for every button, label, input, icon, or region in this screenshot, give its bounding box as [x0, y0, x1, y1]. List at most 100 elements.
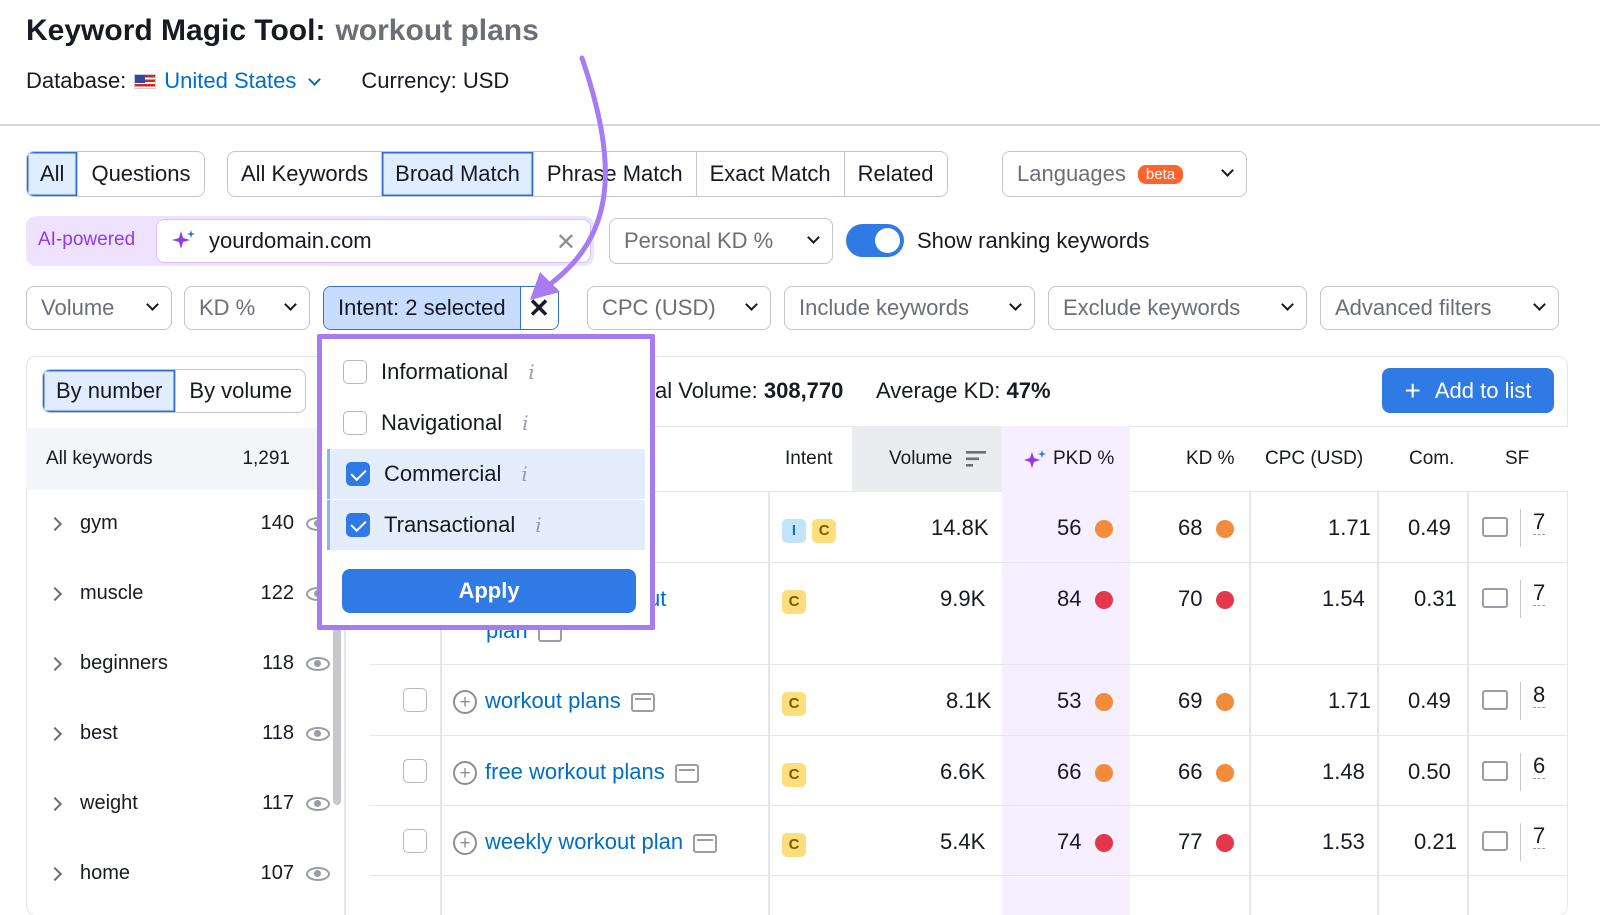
info-icon[interactable]: i: [528, 360, 534, 384]
sf-count[interactable]: 7: [1520, 580, 1546, 618]
personal-kd-dropdown[interactable]: Personal KD %: [609, 218, 833, 264]
intent-badge: C: [782, 589, 806, 614]
checkbox-checked[interactable]: [346, 462, 370, 486]
keyword-link[interactable]: + free workout plans: [453, 759, 699, 786]
intent-filter-label[interactable]: Intent: 2 selected: [324, 287, 520, 329]
header-pkd[interactable]: PKD %: [1053, 448, 1114, 470]
cpc-cell: 1.71: [1328, 515, 1371, 540]
question-tabs: All Questions: [26, 151, 205, 197]
add-keyword-icon[interactable]: +: [453, 690, 477, 715]
info-icon[interactable]: i: [521, 462, 527, 486]
tab-all-keywords[interactable]: All Keywords: [228, 152, 381, 196]
group-item[interactable]: weight 117: [47, 792, 330, 815]
checkbox[interactable]: [343, 360, 367, 384]
header-cpc[interactable]: CPC (USD): [1265, 448, 1363, 470]
eye-icon[interactable]: [306, 726, 330, 741]
tab-broad-match[interactable]: Broad Match: [381, 152, 533, 196]
info-icon[interactable]: i: [522, 411, 528, 435]
intent-option-commercial[interactable]: Commercial i: [327, 449, 645, 499]
group-item[interactable]: beginners 118: [47, 652, 330, 675]
advanced-filters[interactable]: Advanced filters: [1320, 286, 1559, 330]
page-title: Keyword Magic Tool: workout plans: [26, 14, 539, 47]
header-intent[interactable]: Intent: [785, 448, 833, 470]
sf-count[interactable]: 7: [1520, 823, 1546, 861]
volume-cell: 6.6K: [940, 759, 986, 784]
serp-features-icon[interactable]: [1482, 690, 1508, 710]
serp-features-icon[interactable]: [1482, 588, 1508, 608]
group-item[interactable]: home 107: [47, 862, 330, 885]
add-keyword-icon[interactable]: +: [453, 761, 477, 786]
show-ranking-toggle[interactable]: [846, 224, 904, 257]
volume-cell: 9.9K: [940, 586, 986, 611]
row-checkbox[interactable]: [403, 688, 427, 712]
serp-icon[interactable]: [630, 692, 655, 712]
row-checkbox[interactable]: [403, 829, 427, 853]
serp-features-icon[interactable]: [1482, 517, 1508, 537]
tab-questions[interactable]: Questions: [77, 152, 203, 196]
checkbox[interactable]: [343, 411, 367, 435]
eye-icon[interactable]: [306, 796, 330, 811]
sf-count[interactable]: 6: [1520, 753, 1546, 791]
kd-filter[interactable]: KD %: [184, 286, 310, 330]
kd-cell: 68: [1178, 515, 1235, 541]
eye-icon[interactable]: [306, 656, 330, 671]
all-keywords-row[interactable]: All keywords 1,291: [26, 428, 344, 490]
intent-option-transactional[interactable]: Transactional i: [327, 500, 645, 550]
sf-count[interactable]: 7: [1520, 509, 1546, 547]
header-com[interactable]: Com.: [1409, 448, 1454, 470]
intent-option-informational[interactable]: Informational i: [327, 347, 645, 397]
us-flag-icon: [134, 73, 157, 89]
volume-filter[interactable]: Volume: [26, 286, 172, 330]
header-volume[interactable]: Volume: [889, 448, 952, 470]
group-item[interactable]: best 118: [47, 722, 330, 745]
group-item[interactable]: muscle 122: [47, 582, 330, 605]
row-checkbox[interactable]: [403, 759, 427, 783]
difficulty-dot: [1216, 834, 1235, 853]
chevron-right-icon: [47, 866, 63, 881]
serp-features-icon[interactable]: [1482, 831, 1508, 851]
header-kd[interactable]: KD %: [1186, 448, 1235, 470]
pkd-cell: 84: [1057, 586, 1114, 612]
intent-option-navigational[interactable]: Navigational i: [327, 398, 645, 448]
chevron-down-icon: [284, 297, 297, 311]
apply-button[interactable]: Apply: [342, 569, 636, 613]
difficulty-dot: [1095, 520, 1114, 539]
include-keywords-filter[interactable]: Include keywords: [784, 286, 1035, 330]
cpc-cell: 1.54: [1322, 586, 1365, 611]
tab-all[interactable]: All: [27, 152, 78, 196]
sidebar-scrollbar[interactable]: [333, 600, 341, 805]
keyword-link[interactable]: + workout plans: [453, 688, 655, 715]
tab-related[interactable]: Related: [843, 152, 947, 196]
header-sf[interactable]: SF: [1505, 448, 1529, 470]
difficulty-dot: [1095, 834, 1114, 853]
difficulty-dot: [1095, 591, 1114, 610]
tab-exact-match[interactable]: Exact Match: [695, 152, 844, 196]
tab-by-volume[interactable]: By volume: [175, 370, 305, 412]
difficulty-dot: [1216, 520, 1235, 539]
exclude-keywords-filter[interactable]: Exclude keywords: [1048, 286, 1307, 330]
add-to-list-button[interactable]: + Add to list: [1382, 368, 1554, 413]
chevron-right-icon: [47, 726, 63, 741]
intent-badge: I: [782, 518, 806, 543]
serp-icon[interactable]: [674, 763, 699, 783]
serp-features-icon[interactable]: [1482, 761, 1508, 781]
com-cell: 0.49: [1408, 515, 1451, 540]
eye-icon[interactable]: [306, 866, 330, 881]
sf-count[interactable]: 8: [1520, 682, 1546, 720]
com-cell: 0.31: [1414, 586, 1457, 611]
group-item[interactable]: gym 140: [47, 512, 330, 535]
difficulty-dot: [1216, 693, 1235, 712]
intent-badge: C: [782, 691, 806, 716]
database-selector[interactable]: United States: [164, 68, 322, 94]
sort-desc-icon[interactable]: [966, 451, 986, 467]
com-cell: 0.49: [1408, 688, 1451, 713]
serp-icon[interactable]: [693, 833, 718, 853]
kd-cell: 66: [1178, 759, 1235, 785]
languages-dropdown[interactable]: Languages beta: [1002, 151, 1247, 197]
checkbox-checked[interactable]: [346, 513, 370, 537]
chevron-down-icon: [1533, 297, 1546, 311]
add-keyword-icon[interactable]: +: [453, 831, 477, 856]
info-icon[interactable]: i: [535, 513, 541, 537]
keyword-link[interactable]: + weekly workout plan: [453, 829, 718, 856]
tab-by-number[interactable]: By number: [43, 370, 176, 412]
